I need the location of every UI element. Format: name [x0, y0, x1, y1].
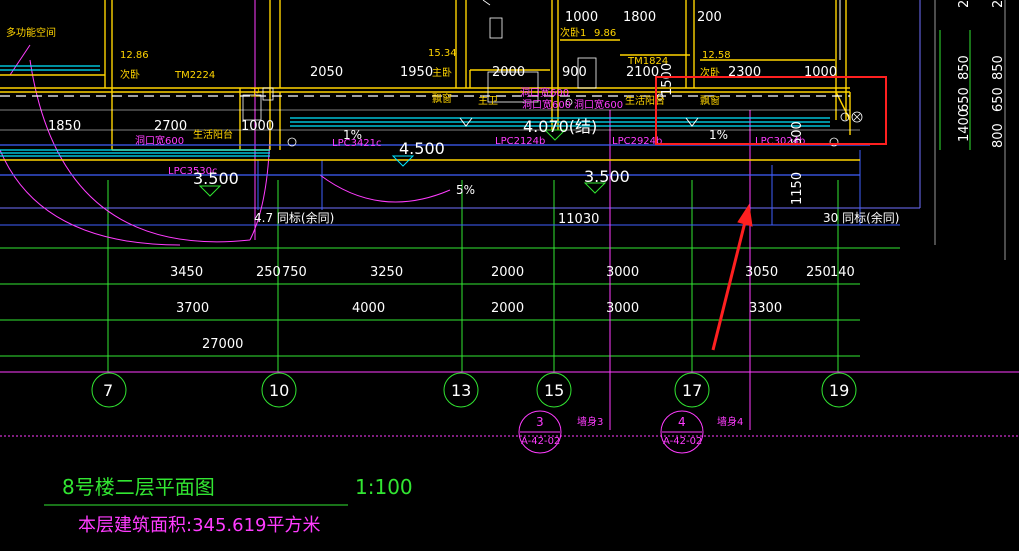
label-slope-1a: 1% [343, 128, 362, 142]
label-area-1286: 12.86 [120, 50, 149, 61]
dim-top-2050: 2050 [310, 65, 343, 80]
section-4-num: 4 [678, 415, 686, 429]
level-3500-right: 3.500 [584, 167, 630, 186]
label-toilet: 卫 [250, 88, 260, 99]
dim-total-27000: 27000 [202, 337, 243, 352]
dim-top-1800: 1800 [623, 10, 656, 25]
dim-row1-750: 750 [282, 265, 307, 280]
axis-label-19: 19 [829, 381, 849, 400]
dim-right-2b: 2 [991, 0, 1006, 8]
dim-top-1950: 1950 [400, 65, 433, 80]
axis-label-15: 15 [544, 381, 564, 400]
label-slope-1b: 1% [709, 128, 728, 142]
label-area-986: 9.86 [594, 28, 616, 39]
dim-top-2000: 2000 [492, 65, 525, 80]
dim-row1-3250: 3250 [370, 265, 403, 280]
dim-row1-250b: 250 [806, 265, 831, 280]
dim-right-650b: 650 [991, 87, 1006, 112]
dim-top-900: 900 [562, 65, 587, 80]
label-wall-height-right: 30 同标(余同) [823, 210, 899, 225]
dim-right-650a: 650 [957, 87, 972, 112]
section-3-ref: A-42-02 [521, 436, 560, 447]
section-3-num: 3 [536, 415, 544, 429]
highlight-box[interactable] [655, 76, 887, 145]
dim-right-850b: 850 [991, 55, 1006, 80]
label-area-1258: 12.58 [702, 50, 731, 61]
dim-top-1000a: 1000 [565, 10, 598, 25]
axis-label-10: 10 [269, 381, 289, 400]
dim-row2-4000: 4000 [352, 301, 385, 316]
dim-row1-3450: 3450 [170, 265, 203, 280]
label-wall-4: 墙身4 [717, 415, 743, 428]
right-dimensions: 850 650 850 650 1400 800 2 2 [957, 0, 1006, 148]
label-slope-5: 5% [456, 183, 475, 197]
title-block: 8号楼二层平面图 1:100 本层建筑面积:345.619平方米 [44, 475, 413, 536]
dim-row1-2000: 2000 [491, 265, 524, 280]
level-4500: 4.500 [399, 139, 445, 158]
dim-top-200: 200 [697, 10, 722, 25]
label-hole-600: 洞口宽600 [520, 86, 569, 99]
dim-row2-3700: 3700 [176, 301, 209, 316]
drawing-title: 8号楼二层平面图 [62, 475, 215, 499]
label-balcony-right: 生活阳台 [625, 94, 665, 107]
label-area-1534: 15.34 [428, 48, 457, 59]
dim-right-1400: 1400 [957, 109, 972, 142]
dim-top-1000c: 1000 [241, 119, 274, 134]
dim-row2-3300: 3300 [749, 301, 782, 316]
dim-top-1500: 1500 [660, 63, 675, 96]
level-3500-left: 3.500 [193, 169, 239, 188]
section-4-ref: A-42-02 [663, 436, 702, 447]
label-sec-bed1: 次卧1 [560, 26, 586, 39]
dim-row2-3000: 3000 [606, 301, 639, 316]
dim-right-800: 800 [991, 123, 1006, 148]
cad-drawing-canvas[interactable]: 多功能空间 12.86 次卧 TM2224 15.34 TM1824 12.58… [0, 0, 1019, 551]
label-main-wc: 主卫 [478, 95, 498, 107]
label-bay-window-right: 飘窗 [700, 94, 720, 107]
axis-label-7: 7 [103, 381, 113, 400]
label-sec-bed: 次卧 [120, 68, 140, 81]
dim-right-2a: 2 [957, 0, 972, 8]
label-wall-3: 墙身3 [577, 415, 603, 428]
label-opening-width-3: 洞口宽600 [574, 98, 623, 111]
dim-row2-2000: 2000 [491, 301, 524, 316]
label-tm2224: TM2224 [174, 70, 215, 81]
label-lpc2924b: LPC2924b [612, 136, 662, 147]
axis-label-13: 13 [451, 381, 471, 400]
dim-row1-3050: 3050 [745, 265, 778, 280]
dimension-row-1: 3450 250 750 3250 2000 3000 3050 250 140 [170, 265, 855, 280]
label-main-bed: 主卧 [432, 66, 452, 79]
dim-top-2100: 2100 [626, 65, 659, 80]
dim-top-1850: 1850 [48, 119, 81, 134]
window-lines [0, 65, 870, 176]
label-bay-window-left: 飘窗 [432, 92, 452, 105]
label-multi-room: 多功能空间 [6, 26, 56, 39]
dim-right-850a: 850 [957, 55, 972, 80]
label-opening-width-2: 洞口宽600 [522, 98, 571, 111]
label-lpc2124b: LPC2124b [495, 136, 545, 147]
dimension-row-2: 3700 4000 2000 3000 3300 [176, 301, 782, 316]
floor-area-text: 本层建筑面积:345.619平方米 [78, 515, 321, 536]
label-opening-width-1: 洞口宽600 [135, 134, 184, 147]
dim-row1-250a: 250 [256, 265, 281, 280]
drawing-scale: 1:100 [355, 475, 413, 499]
axis-bubbles [91, 372, 857, 408]
section-symbols: 3 A-42-02 墙身3 4 A-42-02 墙身4 [518, 410, 743, 454]
dim-1150: 1150 [790, 172, 805, 205]
dim-row1-3000: 3000 [606, 265, 639, 280]
label-balcony-left: 生活阳台 [193, 128, 233, 141]
dim-row1-140: 140 [830, 265, 855, 280]
label-wall-height-left: 4.7 同标(余同) [254, 210, 334, 225]
dim-top-2700: 2700 [154, 119, 187, 134]
dim-top-600: 600 [790, 121, 805, 146]
dim-11030: 11030 [558, 212, 599, 227]
level-4070: 4.070(结) [523, 117, 597, 136]
axis-label-17: 17 [682, 381, 702, 400]
